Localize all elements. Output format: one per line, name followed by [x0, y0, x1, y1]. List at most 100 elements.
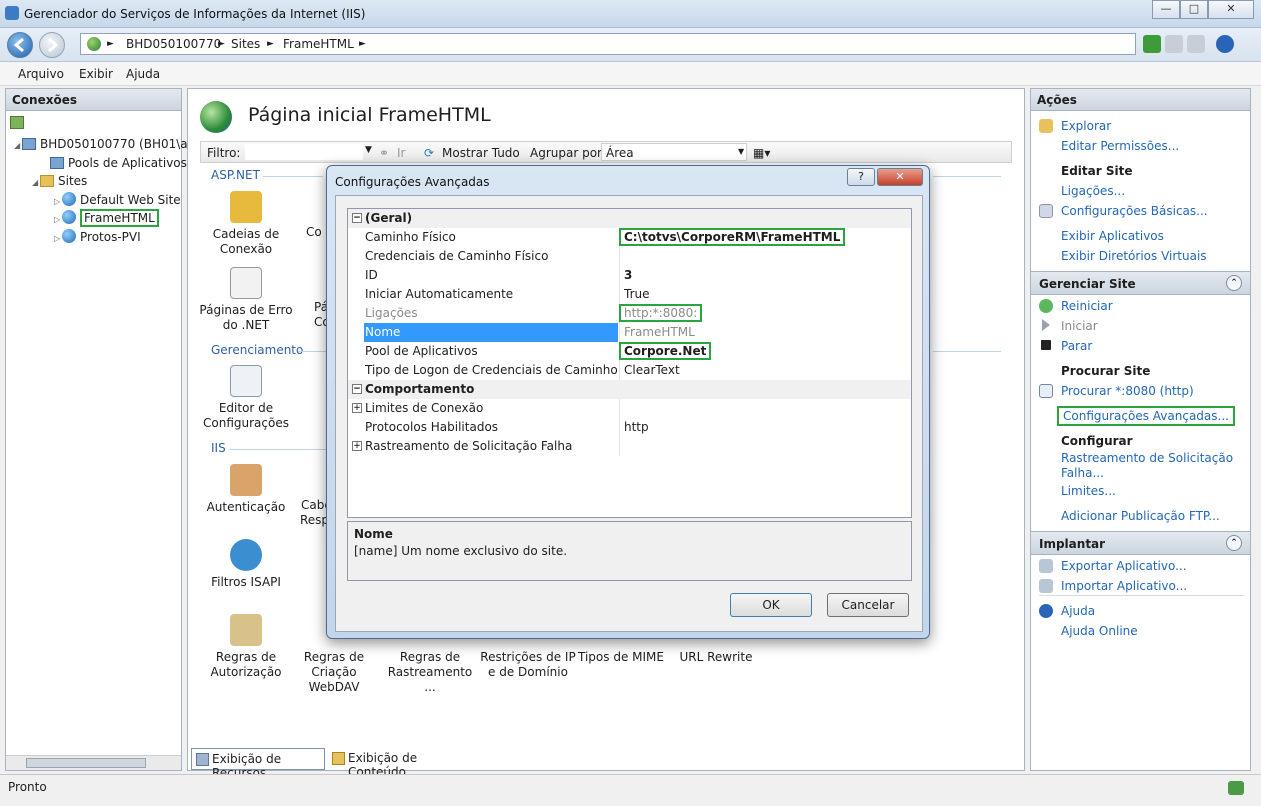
go-button[interactable]: Ir	[397, 146, 405, 160]
feature-connection-strings[interactable]: Cadeias de Conexão	[198, 191, 294, 257]
dialog-close-button[interactable]: ✕	[877, 168, 923, 186]
breadcrumb-sites[interactable]: Sites	[231, 37, 260, 51]
refresh-icon[interactable]	[1143, 35, 1161, 53]
partial-label: Co	[306, 225, 322, 239]
property-failed-request-tracing[interactable]: + Rastreamento de Solicitação Falha	[348, 437, 911, 456]
menu-arquivo[interactable]: Arquivo	[18, 67, 64, 81]
play-icon	[1042, 319, 1050, 331]
feature-authorization-rules[interactable]: Regras de Autorização	[198, 614, 294, 680]
group-by-select[interactable]: Área ▼	[601, 143, 747, 161]
action-start[interactable]: Iniciar	[1061, 319, 1098, 333]
property-bindings[interactable]: Ligações http:*:8080:	[348, 304, 911, 323]
back-button[interactable]	[7, 32, 33, 58]
action-basic-settings[interactable]: Configurações Básicas...	[1061, 204, 1208, 218]
action-help-online[interactable]: Ajuda Online	[1061, 624, 1138, 638]
breadcrumb-site[interactable]: FrameHTML	[283, 37, 354, 51]
tree-sites[interactable]: ◢ Sites	[32, 174, 87, 188]
property-name[interactable]: Nome FrameHTML	[348, 323, 911, 342]
action-view-apps[interactable]: Exibir Aplicativos	[1061, 229, 1164, 243]
filter-input[interactable]	[245, 144, 363, 160]
import-icon	[1039, 579, 1053, 593]
feature-config-editor[interactable]: Editor de Configurações	[198, 365, 294, 431]
action-edit-permissions[interactable]: Editar Permissões...	[1061, 139, 1179, 153]
physical-path-value[interactable]: C:\totvs\CorporeRM\FrameHTML	[619, 228, 846, 246]
filter-dropdown-icon[interactable]: ▼	[365, 145, 372, 155]
app-pool-value[interactable]: Corpore.Net	[619, 342, 712, 360]
feature-error-pages-net[interactable]: Páginas de Erro do .NET	[198, 267, 294, 333]
tree-site-protos[interactable]: ▷ Protos-PVI	[54, 229, 141, 244]
action-bindings[interactable]: Ligações...	[1061, 184, 1125, 198]
feature-authentication[interactable]: Autenticação	[198, 464, 294, 515]
action-limits[interactable]: Limites...	[1061, 484, 1116, 498]
maximize-button[interactable]: □	[1180, 0, 1208, 19]
menu-exibir[interactable]: Exibir	[79, 67, 113, 81]
tab-features-view[interactable]: Exibição de Recursos	[191, 748, 325, 780]
tree-site-framehtml[interactable]: ▷ FrameHTML	[54, 209, 159, 227]
cancel-button[interactable]: Cancelar	[827, 593, 909, 617]
collapse-icon[interactable]: −	[352, 384, 362, 394]
lock-icon	[230, 614, 262, 646]
iis-app-icon	[5, 6, 19, 20]
action-add-ftp[interactable]: Adicionar Publicação FTP...	[1061, 509, 1220, 523]
category-behavior[interactable]: − Comportamento	[348, 380, 911, 399]
home-icon[interactable]	[1187, 35, 1205, 53]
scroll-thumb[interactable]	[26, 758, 146, 768]
action-restart[interactable]: Reiniciar	[1061, 299, 1113, 313]
horizontal-scrollbar[interactable]	[6, 755, 181, 770]
help-icon	[1039, 604, 1053, 618]
database-icon	[230, 191, 262, 223]
expand-icon[interactable]: +	[352, 441, 362, 451]
minimize-button[interactable]: —	[1152, 0, 1180, 19]
collapse-icon[interactable]: ⌃	[1226, 275, 1242, 291]
breadcrumb-server[interactable]: BHD050100770	[126, 37, 221, 51]
property-id[interactable]: ID 3	[348, 266, 911, 285]
close-button[interactable]: ✕	[1208, 0, 1254, 19]
property-enabled-protocols[interactable]: Protocolos Habilitados http	[348, 418, 911, 437]
show-all-button[interactable]: Mostrar Tudo	[442, 146, 520, 160]
stop-icon[interactable]	[1165, 35, 1183, 53]
property-app-pool[interactable]: Pool de Aplicativos Corpore.Net	[348, 342, 911, 361]
help-icon[interactable]	[1216, 35, 1234, 53]
property-path-credentials[interactable]: Credenciais de Caminho Físico	[348, 247, 911, 266]
section-divider	[933, 351, 1001, 352]
action-failed-request-tracing[interactable]: Rastreamento de Solicitação Falha...	[1061, 451, 1236, 481]
tree-app-pools[interactable]: Pools de Aplicativos	[50, 156, 187, 170]
menu-ajuda[interactable]: Ajuda	[126, 67, 160, 81]
connect-icon[interactable]	[10, 116, 24, 129]
property-auto-start[interactable]: Iniciar Automaticamente True	[348, 285, 911, 304]
site-globe-icon	[200, 101, 232, 133]
page-title: Página inicial FrameHTML	[248, 104, 491, 126]
property-physical-path[interactable]: Caminho Físico C:\totvs\CorporeRM\FrameH…	[348, 228, 911, 247]
action-explore[interactable]: Explorar	[1061, 119, 1111, 133]
view-tabs: Exibição de Recursos Exibição de Conteúd…	[187, 748, 1025, 780]
property-logon-type[interactable]: Tipo de Logon de Credenciais de Caminho …	[348, 361, 911, 380]
tree-server[interactable]: ◢ BHD050100770 (BH01\ale	[14, 137, 198, 151]
action-advanced-settings[interactable]: Configurações Avançadas...	[1057, 406, 1235, 426]
action-browse[interactable]: Procurar *:8080 (http)	[1061, 384, 1194, 398]
go-icon[interactable]: ⚭	[379, 146, 389, 160]
expand-icon[interactable]: +	[352, 403, 362, 413]
description-text: [name] Um nome exclusivo do site.	[354, 544, 568, 558]
section-iis: IIS	[211, 441, 226, 455]
category-general[interactable]: − (Geral)	[348, 209, 911, 228]
tree-site-default[interactable]: ▷ Default Web Site	[54, 192, 181, 207]
action-stop[interactable]: Parar	[1061, 339, 1092, 353]
bindings-value[interactable]: http:*:8080:	[619, 304, 703, 322]
actions-panel: Ações Explorar Editar Permissões... Edit…	[1030, 88, 1251, 771]
forward-button[interactable]	[39, 32, 65, 58]
ok-button[interactable]: OK	[730, 593, 812, 617]
view-mode-icon[interactable]: ▦▾	[753, 146, 770, 160]
tab-content-view[interactable]: Exibição de Conteúdo	[328, 748, 468, 779]
collapse-icon[interactable]: −	[352, 213, 362, 223]
collapse-icon[interactable]: ⌃	[1226, 535, 1242, 551]
action-help[interactable]: Ajuda	[1061, 604, 1095, 618]
address-bar[interactable]: ► BHD050100770 ► Sites ► FrameHTML ►	[80, 33, 1136, 55]
browse-site-header: Procurar Site	[1061, 364, 1151, 378]
action-view-vdirs[interactable]: Exibir Diretórios Virtuais	[1061, 249, 1207, 263]
dialog-help-button[interactable]: ?	[847, 168, 875, 186]
property-connection-limits[interactable]: + Limites de Conexão	[348, 399, 911, 418]
action-export-app[interactable]: Exportar Aplicativo...	[1061, 559, 1187, 573]
feature-isapi-filters[interactable]: Filtros ISAPI	[198, 539, 294, 590]
action-import-app[interactable]: Importar Aplicativo...	[1061, 579, 1187, 593]
user-lock-icon	[230, 464, 262, 496]
